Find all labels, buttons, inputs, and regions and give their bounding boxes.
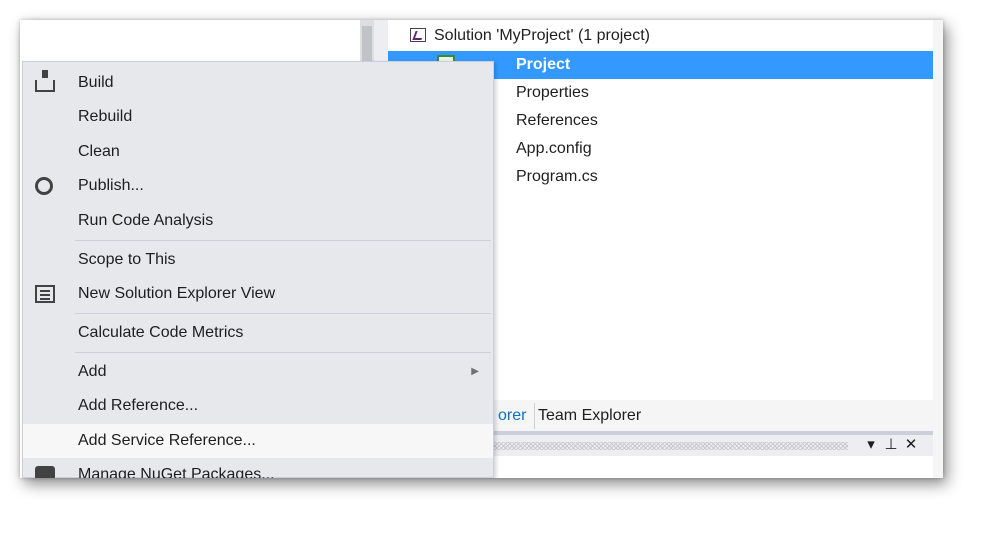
menu-separator xyxy=(75,240,491,241)
menu-item-add[interactable]: Add ▶ xyxy=(23,355,493,389)
menu-item-label: Publish... xyxy=(78,177,144,194)
publish-globe-icon xyxy=(35,177,53,195)
build-icon xyxy=(35,70,55,92)
tree-item-label: Properties xyxy=(516,84,589,101)
menu-item-label: Build xyxy=(78,74,114,91)
menu-item-clean[interactable]: Clean xyxy=(23,135,493,169)
menu-item-label: Calculate Code Metrics xyxy=(78,324,244,341)
menu-item-label: Run Code Analysis xyxy=(78,212,214,229)
screenshot-frame: Solution 'MyProject' (1 project) Project… xyxy=(20,20,943,478)
solution-icon xyxy=(410,28,426,42)
menu-item-publish[interactable]: Publish... xyxy=(23,169,493,203)
tab-solution-explorer[interactable]: orer xyxy=(498,403,536,429)
menu-item-run-code-analysis[interactable]: Run Code Analysis xyxy=(23,204,493,238)
tree-item-label: App.config xyxy=(516,140,592,157)
menu-item-add-reference[interactable]: Add Reference... xyxy=(23,389,493,423)
tree-item-label: Program.cs xyxy=(516,168,598,185)
menu-item-label: Add xyxy=(78,363,107,380)
menu-item-new-solution-explorer-view[interactable]: New Solution Explorer View xyxy=(23,277,493,311)
menu-separator xyxy=(75,313,491,314)
context-menu: Build Rebuild Clean Publish... Run Code … xyxy=(22,61,494,478)
menu-item-label: Clean xyxy=(78,143,120,160)
menu-item-build[interactable]: Build xyxy=(23,66,493,100)
nuget-icon xyxy=(35,466,55,478)
submenu-arrow-icon: ▶ xyxy=(471,366,479,377)
tree-item-label: Solution 'MyProject' (1 project) xyxy=(434,27,650,44)
new-view-icon xyxy=(35,285,55,303)
tree-item-solution[interactable]: Solution 'MyProject' (1 project) xyxy=(388,22,933,50)
menu-item-manage-nuget-packages[interactable]: Manage NuGet Packages... xyxy=(23,458,493,478)
menu-item-label: Add Reference... xyxy=(78,397,199,414)
tree-item-label: References xyxy=(516,112,598,129)
panel-dropdown-icon[interactable]: ▾ xyxy=(862,435,880,455)
tab-team-explorer[interactable]: Team Explorer xyxy=(538,403,641,429)
menu-item-add-service-reference[interactable]: Add Service Reference... xyxy=(23,424,493,458)
tree-item-label: Project xyxy=(516,56,571,73)
menu-item-scope-to-this[interactable]: Scope to This xyxy=(23,243,493,277)
menu-item-label: Manage NuGet Packages... xyxy=(78,466,275,478)
menu-item-label: Rebuild xyxy=(78,108,133,125)
menu-separator xyxy=(75,352,491,353)
close-icon[interactable]: ✕ xyxy=(902,435,920,455)
menu-item-label: Scope to This xyxy=(78,251,176,268)
menu-item-calculate-code-metrics[interactable]: Calculate Code Metrics xyxy=(23,316,493,350)
menu-item-label: Add Service Reference... xyxy=(78,432,256,449)
pin-icon[interactable]: ⊥ xyxy=(882,435,900,455)
menu-item-label: New Solution Explorer View xyxy=(78,285,276,302)
menu-item-rebuild[interactable]: Rebuild xyxy=(23,100,493,134)
